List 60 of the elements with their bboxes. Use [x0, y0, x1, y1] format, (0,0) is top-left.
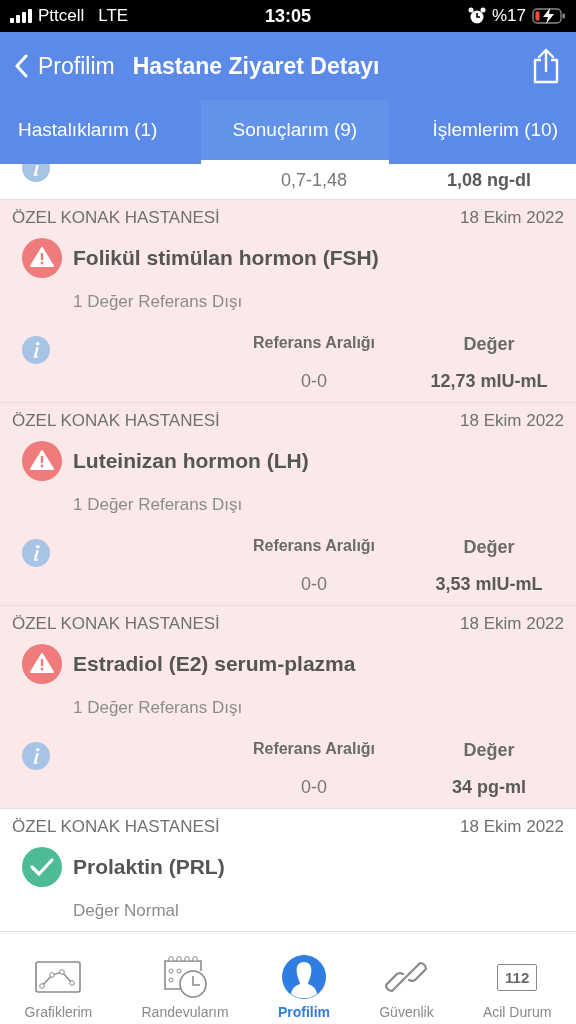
hospital-name: ÖZEL KONAK HASTANESİ — [12, 208, 220, 228]
bottom-tab[interactable]: Grafiklerim — [24, 954, 93, 1020]
network-type: LTE — [98, 6, 129, 26]
reference-range: 0-0 — [300, 371, 328, 392]
reference-range: 0-0 — [300, 574, 328, 595]
test-name: Luteinizan hormon (LH) — [73, 449, 309, 473]
bottom-tab[interactable]: Güvenlik — [379, 954, 434, 1020]
column-header: Referans Aralığı — [251, 537, 377, 556]
warning-icon — [22, 238, 62, 278]
alarm-icon — [467, 7, 486, 25]
reference-range: 0,7-1,48 — [279, 170, 349, 191]
column-header: Değer — [462, 334, 516, 355]
result-status: 1 Değer Referans Dışı — [72, 291, 244, 312]
hospital-name: ÖZEL KONAK HASTANESİ — [12, 411, 220, 431]
bottom-tab[interactable]: 112 Acil Durum — [482, 954, 552, 1020]
result-date: 18 Ekim 2022 — [460, 817, 564, 837]
emergency-number-icon: 112 — [497, 963, 538, 991]
result-status: 1 Değer Referans Dışı — [72, 494, 244, 515]
bottom-tab[interactable]: Profilim — [277, 954, 330, 1020]
chart-icon — [34, 959, 83, 995]
signal-icon — [10, 9, 32, 23]
back-chevron-icon — [14, 54, 28, 78]
clock-time: 13:05 — [264, 5, 311, 27]
result-card[interactable]: ÖZEL KONAK HASTANESİ 18 Ekim 2022 Estradiol (E2) serum-plazma 1 Değer Referans Dışı Referans Aralığı Değer 0-0 34 pg-ml — [0, 606, 576, 809]
warning-icon — [22, 644, 62, 684]
person-icon — [280, 954, 327, 1000]
result-value: 34 pg-ml — [451, 777, 527, 798]
result-card[interactable]: 0,7-1,48 1,08 ng-dl — [0, 164, 576, 200]
reference-range: 0-0 — [300, 777, 328, 798]
result-value: 3,53 mIU-mL — [434, 574, 544, 595]
warning-icon — [22, 441, 62, 481]
tab[interactable]: İşlemlerim (10) — [414, 100, 576, 164]
result-status: Değer Normal — [72, 900, 180, 921]
result-date: 18 Ekim 2022 — [460, 208, 564, 228]
result-status: 1 Değer Referans Dışı — [72, 697, 244, 718]
battery-charging-icon — [532, 7, 566, 25]
hospital-name: ÖZEL KONAK HASTANESİ — [12, 817, 220, 837]
test-name: Folikül stimülan hormon (FSH) — [73, 246, 379, 270]
result-card[interactable]: ÖZEL KONAK HASTANESİ 18 Ekim 2022 Folikül stimülan hormon (FSH) 1 Değer Referans Dışı Referans Aralığı Değer 0-0 12,73 mIU-mL — [0, 200, 576, 403]
column-header: Değer — [462, 537, 516, 558]
result-date: 18 Ekim 2022 — [460, 614, 564, 634]
result-date: 18 Ekim 2022 — [460, 411, 564, 431]
column-header: Referans Aralığı — [251, 740, 377, 759]
test-name: Prolaktin (PRL) — [73, 855, 225, 879]
result-card[interactable]: ÖZEL KONAK HASTANESİ 18 Ekim 2022 Luteinizan hormon (LH) 1 Değer Referans Dışı Referans Aralığı Değer 0-0 3,53 mIU-mL — [0, 403, 576, 606]
carrier-name: Pttcell — [38, 6, 85, 26]
column-header: Değer — [462, 740, 516, 761]
result-value: 12,73 mIU-mL — [429, 371, 549, 392]
tab[interactable]: Hastalıklarım (1) — [0, 100, 176, 164]
test-name: Estradiol (E2) serum-plazma — [73, 652, 356, 676]
result-value: 1,08 ng-dl — [446, 170, 532, 191]
tab[interactable]: Sonuçlarım (9) — [200, 100, 390, 164]
battery-percent: %17 — [491, 6, 526, 26]
column-header: Referans Aralığı — [251, 334, 377, 353]
calendar-clock-icon — [161, 955, 210, 999]
back-button[interactable]: Profilim — [14, 52, 115, 80]
check-icon — [22, 847, 62, 887]
screen-title: Hastane Ziyaret Detayı — [132, 52, 381, 80]
hospital-name: ÖZEL KONAK HASTANESİ — [12, 614, 220, 634]
bottom-tab[interactable]: Randevularım — [141, 954, 229, 1020]
